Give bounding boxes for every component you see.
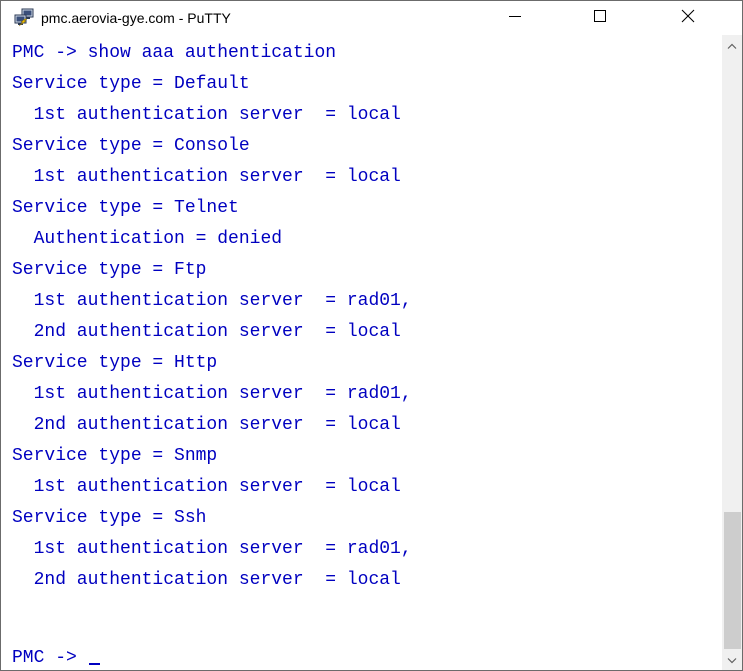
terminal-line: 1st authentication server = rad01, (12, 539, 412, 559)
terminal-line: Service type = Default (12, 74, 250, 94)
terminal-screen[interactable]: PMC -> show aaa authentication Service ty… (1, 35, 722, 670)
terminal-line: 1st authentication server = rad01, (12, 291, 412, 311)
minimize-button[interactable] (492, 1, 538, 35)
text-cursor (88, 663, 100, 665)
terminal-line: 1st authentication server = local (12, 477, 401, 497)
scroll-up-button[interactable] (722, 35, 742, 55)
scroll-down-button[interactable] (722, 650, 742, 670)
maximize-button[interactable] (577, 1, 623, 35)
title-bar[interactable]: pmc.aerovia-gye.com - PuTTY (1, 1, 742, 35)
close-icon (681, 9, 695, 28)
terminal-line: 1st authentication server = local (12, 167, 401, 187)
window-title: pmc.aerovia-gye.com - PuTTY (41, 10, 231, 26)
maximize-icon (594, 9, 606, 27)
terminal-line: Service type = Ssh (12, 508, 207, 528)
prompt-text: PMC -> (12, 648, 88, 668)
terminal-line: Service type = Telnet (12, 198, 239, 218)
scrollbar-thumb[interactable] (724, 512, 741, 649)
terminal-line: 2nd authentication server = local (12, 415, 401, 435)
putty-icon[interactable] (13, 8, 35, 28)
terminal-line: Service type = Snmp (12, 446, 218, 466)
terminal-line: PMC -> show aaa authentication (12, 43, 337, 63)
command-prompt[interactable]: PMC -> (12, 643, 100, 670)
putty-window: pmc.aerovia-gye.com - PuTTY PMC -> show … (0, 0, 743, 671)
scroll-down-arrow-icon (727, 651, 737, 669)
terminal-line: 1st authentication server = rad01, (12, 384, 412, 404)
vertical-scrollbar[interactable] (722, 35, 742, 670)
terminal-line: Service type = Http (12, 353, 218, 373)
terminal-line: Service type = Ftp (12, 260, 207, 280)
terminal-line: 2nd authentication server = local (12, 570, 401, 590)
terminal-line: 1st authentication server = local (12, 105, 401, 125)
terminal-line: Service type = Console (12, 136, 250, 156)
terminal-line: 2nd authentication server = local (12, 322, 401, 342)
terminal-output: PMC -> show aaa authentication Service ty… (12, 38, 412, 596)
minimize-icon (509, 9, 521, 27)
terminal-line: Authentication = denied (12, 229, 283, 249)
close-button[interactable] (665, 1, 711, 35)
scroll-up-arrow-icon (727, 36, 737, 54)
